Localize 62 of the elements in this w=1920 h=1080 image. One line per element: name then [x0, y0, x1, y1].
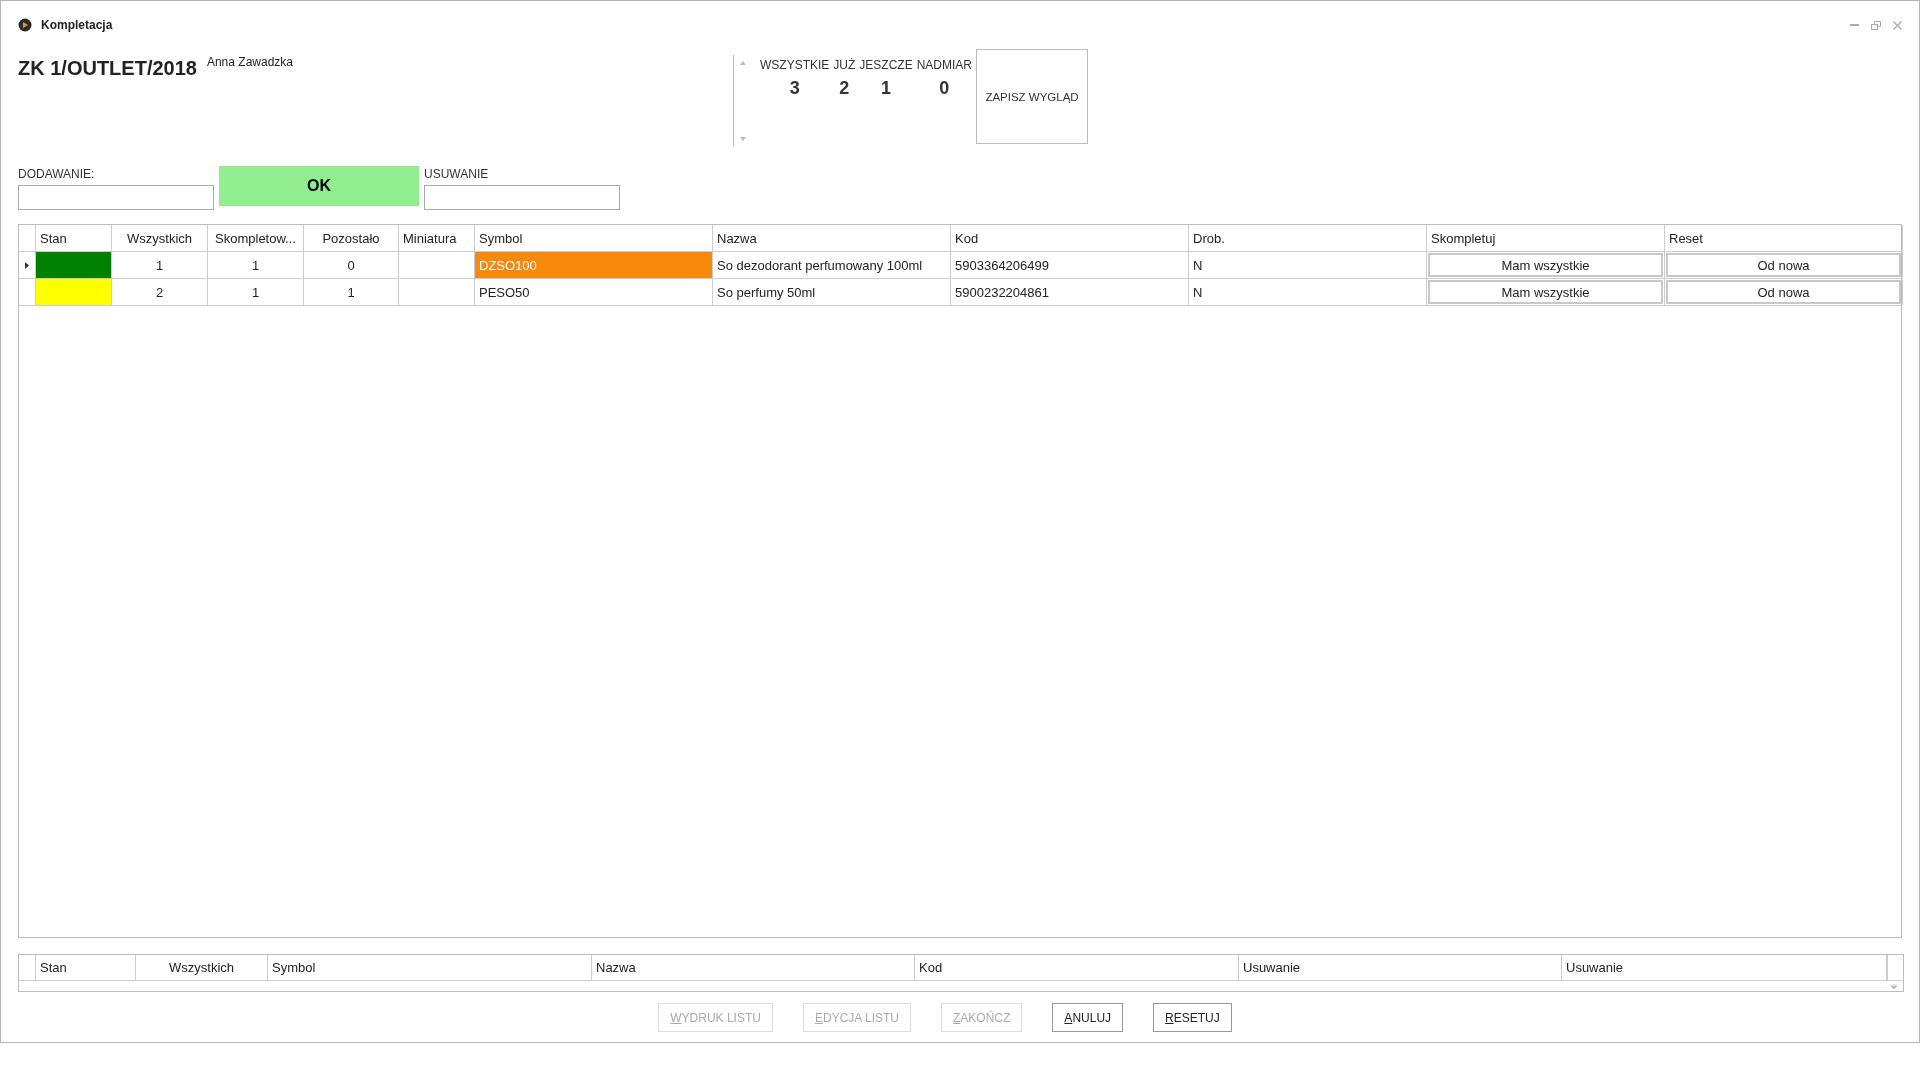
- column-header[interactable]: Kod: [951, 225, 1189, 251]
- column-header[interactable]: Symbol: [475, 225, 713, 251]
- minimize-icon[interactable]: [1850, 23, 1859, 27]
- table-cell: 5900232204861: [951, 279, 1189, 305]
- counter-label: JESZCZE: [859, 58, 913, 72]
- table-cell: 1: [304, 279, 399, 305]
- scroll-down-icon[interactable]: [1891, 983, 1897, 989]
- column-header[interactable]: Pozostało: [304, 225, 399, 251]
- table-cell: So perfumy 50ml: [713, 279, 951, 305]
- column-header[interactable]: Wszystkich: [112, 225, 208, 251]
- column-header[interactable]: Stan: [36, 955, 136, 980]
- column-header[interactable]: Usuwanie: [1239, 955, 1562, 980]
- column-header[interactable]: Wszystkich: [136, 955, 268, 980]
- close-icon[interactable]: [1893, 20, 1902, 30]
- save-layout-button[interactable]: ZAPISZ WYGLĄD: [976, 49, 1089, 144]
- table-cell: 0: [304, 252, 399, 278]
- scroll-up-icon[interactable]: [740, 61, 746, 65]
- field-label: DODAWANIE:: [18, 167, 96, 181]
- add-input-field[interactable]: [18, 185, 214, 210]
- complete-button[interactable]: Mam wszystkie: [1428, 280, 1663, 304]
- table-cell: 5903364206499: [951, 252, 1189, 278]
- ok-button[interactable]: OK: [219, 166, 419, 206]
- table-cell: 1: [208, 279, 304, 305]
- column-header[interactable]: Symbol: [268, 955, 592, 980]
- table-cell: PESO50: [475, 279, 713, 305]
- column-header[interactable]: Stan: [36, 225, 112, 251]
- footer-button[interactable]: ANULUJ: [1052, 1003, 1124, 1032]
- column-header[interactable]: Kod: [915, 955, 1239, 980]
- footer-button[interactable]: RESETUJ: [1153, 1003, 1232, 1032]
- table-cell: N: [1189, 279, 1427, 305]
- column-header[interactable]: Skompletow...: [208, 225, 304, 251]
- column-header[interactable]: Nazwa: [592, 955, 915, 980]
- table-cell: 2: [112, 279, 208, 305]
- document-number: ZK 1/OUTLET/2018: [18, 56, 197, 80]
- table-cell: 1: [112, 252, 208, 278]
- table-cell: N: [1189, 252, 1427, 278]
- restore-icon[interactable]: [1871, 20, 1881, 30]
- counter-value: 1: [881, 78, 891, 99]
- reset-row-button[interactable]: Od nowa: [1666, 280, 1901, 304]
- column-header[interactable]: Skompletuj: [1427, 225, 1665, 251]
- column-header[interactable]: Usuwanie: [1562, 955, 1887, 980]
- column-header[interactable]: Reset: [1665, 225, 1903, 251]
- remove-input-field[interactable]: [424, 185, 620, 210]
- table-cell: So dezodorant perfumowany 100ml: [713, 252, 951, 278]
- column-header[interactable]: Drob.: [1189, 225, 1427, 251]
- table-cell: DZSO100: [475, 252, 713, 278]
- complete-button[interactable]: Mam wszystkie: [1428, 253, 1663, 277]
- column-header[interactable]: Nazwa: [713, 225, 951, 251]
- counter-value: 0: [939, 78, 950, 99]
- window-title: Kompletacja: [41, 18, 113, 32]
- field-label: USUWANIE: [424, 167, 490, 181]
- counter-label: WSZYSTKIE: [760, 58, 830, 72]
- table-cell: 1: [208, 252, 304, 278]
- counter-value: 2: [839, 78, 850, 99]
- counter-label: JUŻ: [833, 58, 856, 72]
- counter-label: NADMIAR: [916, 58, 973, 72]
- user-name: Anna Zawadzka: [206, 55, 293, 69]
- column-header[interactable]: Miniatura: [399, 225, 475, 251]
- counter-value: 3: [789, 78, 800, 99]
- reset-row-button[interactable]: Od nowa: [1666, 253, 1901, 277]
- scroll-down-icon[interactable]: [740, 137, 746, 141]
- app-logo-icon: [18, 18, 32, 32]
